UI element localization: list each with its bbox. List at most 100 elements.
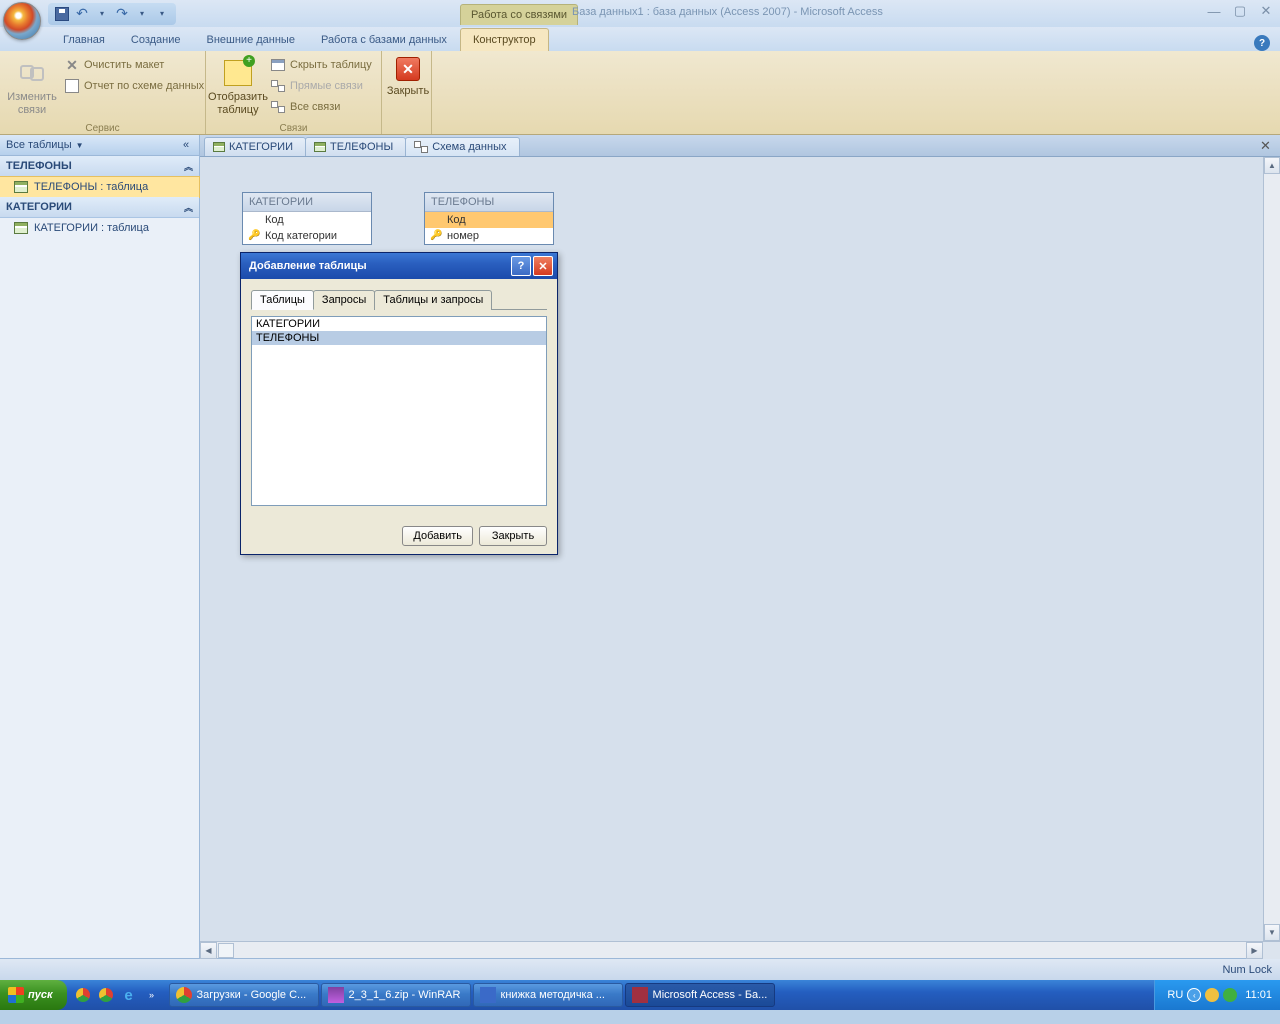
clock[interactable]: 11:01 bbox=[1245, 989, 1272, 1001]
nav-section-phones[interactable]: ТЕЛЕФОНЫ ︽ bbox=[0, 156, 199, 177]
access-icon bbox=[632, 987, 648, 1003]
table-box-phones[interactable]: ТЕЛЕФОНЫ Код 🔑номер bbox=[424, 192, 554, 245]
edit-relationships-button[interactable]: Изменить связи bbox=[6, 53, 58, 121]
report-icon bbox=[64, 78, 80, 94]
nav-header[interactable]: Все таблицы ▼ « bbox=[0, 135, 199, 156]
quick-launch: e » bbox=[73, 984, 162, 1006]
table-field[interactable]: Код bbox=[243, 212, 371, 228]
system-tray: RU ‹ 11:01 bbox=[1154, 980, 1280, 1010]
ribbon-tab-dbtools[interactable]: Работа с базами данных bbox=[308, 28, 460, 51]
ribbon-tab-design[interactable]: Конструктор bbox=[460, 28, 549, 51]
tray-icon[interactable] bbox=[1205, 988, 1219, 1002]
doc-close-button[interactable]: ✕ bbox=[1260, 138, 1274, 152]
undo-dropdown[interactable]: ▾ bbox=[94, 6, 110, 22]
ribbon-tab-create[interactable]: Создание bbox=[118, 28, 194, 51]
nav-item-categories-table[interactable]: КАТЕГОРИИ : таблица bbox=[0, 218, 199, 238]
horizontal-scrollbar[interactable]: ◀ ▶ bbox=[200, 941, 1280, 958]
table-field[interactable]: Код bbox=[425, 212, 553, 228]
dialog-close-button2[interactable]: Закрыть bbox=[479, 526, 547, 546]
windows-logo-icon bbox=[8, 987, 24, 1003]
help-button[interactable]: ? bbox=[1254, 35, 1270, 51]
vertical-scrollbar[interactable]: ▲ ▼ bbox=[1263, 157, 1280, 941]
chevron-up-icon: ︽ bbox=[184, 201, 193, 214]
doc-tab-schema-label: Схема данных bbox=[432, 141, 506, 153]
minimize-button[interactable]: — bbox=[1202, 2, 1226, 20]
show-table-button[interactable]: Отобразить таблицу bbox=[212, 53, 264, 121]
dialog-title: Добавление таблицы bbox=[249, 260, 367, 272]
language-indicator[interactable]: RU bbox=[1167, 989, 1183, 1001]
direct-relationships-button[interactable]: Прямые связи bbox=[266, 76, 376, 96]
dialog-tab-tables[interactable]: Таблицы bbox=[251, 290, 314, 310]
nav-section-categories[interactable]: КАТЕГОРИИ ︽ bbox=[0, 197, 199, 218]
close-ribbon-button[interactable]: ✕ Закрыть bbox=[388, 53, 428, 101]
scroll-up-button[interactable]: ▲ bbox=[1264, 157, 1280, 174]
dialog-help-button[interactable]: ? bbox=[511, 256, 531, 276]
document-tab-strip: КАТЕГОРИИ ТЕЛЕФОНЫ Схема данных ✕ bbox=[200, 135, 1280, 157]
dialog-table-list[interactable]: КАТЕГОРИИ ТЕЛЕФОНЫ bbox=[251, 316, 547, 506]
maximize-button[interactable]: ▢ bbox=[1228, 2, 1252, 20]
dialog-tab-both[interactable]: Таблицы и запросы bbox=[374, 290, 492, 310]
all-relationships-button[interactable]: Все связи bbox=[266, 97, 376, 117]
nav-collapse-button[interactable]: « bbox=[179, 139, 193, 151]
content-area: КАТЕГОРИИ ТЕЛЕФОНЫ Схема данных ✕ КАТЕГО… bbox=[200, 135, 1280, 958]
taskbar-item-label: Microsoft Access - Ба... bbox=[653, 989, 768, 1001]
tray-icon[interactable] bbox=[1223, 988, 1237, 1002]
clear-layout-button[interactable]: ✕ Очистить макет bbox=[60, 55, 208, 75]
scroll-left-button[interactable]: ◀ bbox=[200, 942, 217, 959]
scroll-right-button[interactable]: ▶ bbox=[1246, 942, 1263, 959]
doc-tab-categories-label: КАТЕГОРИИ bbox=[229, 141, 293, 153]
taskbar-item-access[interactable]: Microsoft Access - Ба... bbox=[625, 983, 775, 1007]
nav-item-phones-table[interactable]: ТЕЛЕФОНЫ : таблица bbox=[0, 177, 199, 197]
resize-grip[interactable] bbox=[1263, 942, 1280, 959]
edit-relationships-label: Изменить связи bbox=[7, 91, 57, 117]
hide-table-button[interactable]: Скрыть таблицу bbox=[266, 55, 376, 75]
dialog-title-bar[interactable]: Добавление таблицы ? ✕ bbox=[241, 253, 557, 279]
undo-icon[interactable]: ↶ bbox=[74, 6, 90, 22]
office-button[interactable] bbox=[3, 2, 41, 40]
dialog-list-item[interactable]: КАТЕГОРИИ bbox=[252, 317, 546, 331]
dialog-close-button[interactable]: ✕ bbox=[533, 256, 553, 276]
dialog-tab-queries[interactable]: Запросы bbox=[313, 290, 375, 310]
taskbar-item-winrar[interactable]: 2_3_1_6.zip - WinRAR bbox=[321, 983, 471, 1007]
relationship-report-button[interactable]: Отчет по схеме данных bbox=[60, 76, 208, 96]
close-x-icon: ✕ bbox=[396, 57, 420, 81]
table-field[interactable]: 🔑номер bbox=[425, 228, 553, 244]
taskbar-item-word[interactable]: книжка методичка ... bbox=[473, 983, 623, 1007]
close-button[interactable]: ✕ bbox=[1254, 2, 1278, 20]
contextual-tab-label: Работа со связями bbox=[460, 4, 578, 25]
relationship-canvas[interactable]: КАТЕГОРИИ Код 🔑Код категории ТЕЛЕФОНЫ Ко… bbox=[200, 157, 1280, 958]
ribbon-tab-home[interactable]: Главная bbox=[50, 28, 118, 51]
start-button[interactable]: пуск bbox=[0, 980, 67, 1010]
taskbar-item-label: Загрузки - Google C... bbox=[197, 989, 307, 1001]
doc-tab-categories[interactable]: КАТЕГОРИИ bbox=[204, 137, 306, 156]
chevron-up-icon: ︽ bbox=[184, 160, 193, 173]
doc-tab-schema[interactable]: Схема данных bbox=[405, 137, 519, 156]
dialog-add-button[interactable]: Добавить bbox=[402, 526, 473, 546]
nav-section-phones-label: ТЕЛЕФОНЫ bbox=[6, 160, 72, 172]
redo-dropdown[interactable]: ▾ bbox=[134, 6, 150, 22]
all-relationships-label: Все связи bbox=[290, 101, 340, 113]
ql-chrome2-icon[interactable] bbox=[96, 984, 116, 1006]
ql-chrome-icon[interactable] bbox=[73, 984, 93, 1006]
ribbon-tab-strip: Главная Создание Внешние данные Работа с… bbox=[0, 27, 1280, 51]
table-icon bbox=[213, 142, 225, 152]
doc-tab-phones[interactable]: ТЕЛЕФОНЫ bbox=[305, 137, 406, 156]
doc-tab-phones-label: ТЕЛЕФОНЫ bbox=[330, 141, 393, 153]
ql-ie-icon[interactable]: e bbox=[119, 984, 139, 1006]
nav-header-label: Все таблицы bbox=[6, 139, 72, 151]
ribbon-tab-external[interactable]: Внешние данные bbox=[194, 28, 308, 51]
table-box-phones-head: ТЕЛЕФОНЫ bbox=[425, 193, 553, 212]
table-box-categories[interactable]: КАТЕГОРИИ Код 🔑Код категории bbox=[242, 192, 372, 245]
dialog-list-item[interactable]: ТЕЛЕФОНЫ bbox=[252, 331, 546, 345]
record-nav-icon[interactable] bbox=[218, 943, 234, 958]
taskbar-item-chrome[interactable]: Загрузки - Google C... bbox=[169, 983, 319, 1007]
scroll-down-button[interactable]: ▼ bbox=[1264, 924, 1280, 941]
ql-more-icon[interactable]: » bbox=[142, 984, 162, 1006]
hide-table-label: Скрыть таблицу bbox=[290, 59, 372, 71]
save-icon[interactable] bbox=[54, 6, 70, 22]
table-field[interactable]: 🔑Код категории bbox=[243, 228, 371, 244]
tray-expand-button[interactable]: ‹ bbox=[1187, 988, 1201, 1002]
taskbar: пуск e » Загрузки - Google C... 2_3_1_6.… bbox=[0, 980, 1280, 1010]
redo-icon[interactable]: ↷ bbox=[114, 6, 130, 22]
qat-customize-dropdown[interactable]: ▾ bbox=[154, 6, 170, 22]
